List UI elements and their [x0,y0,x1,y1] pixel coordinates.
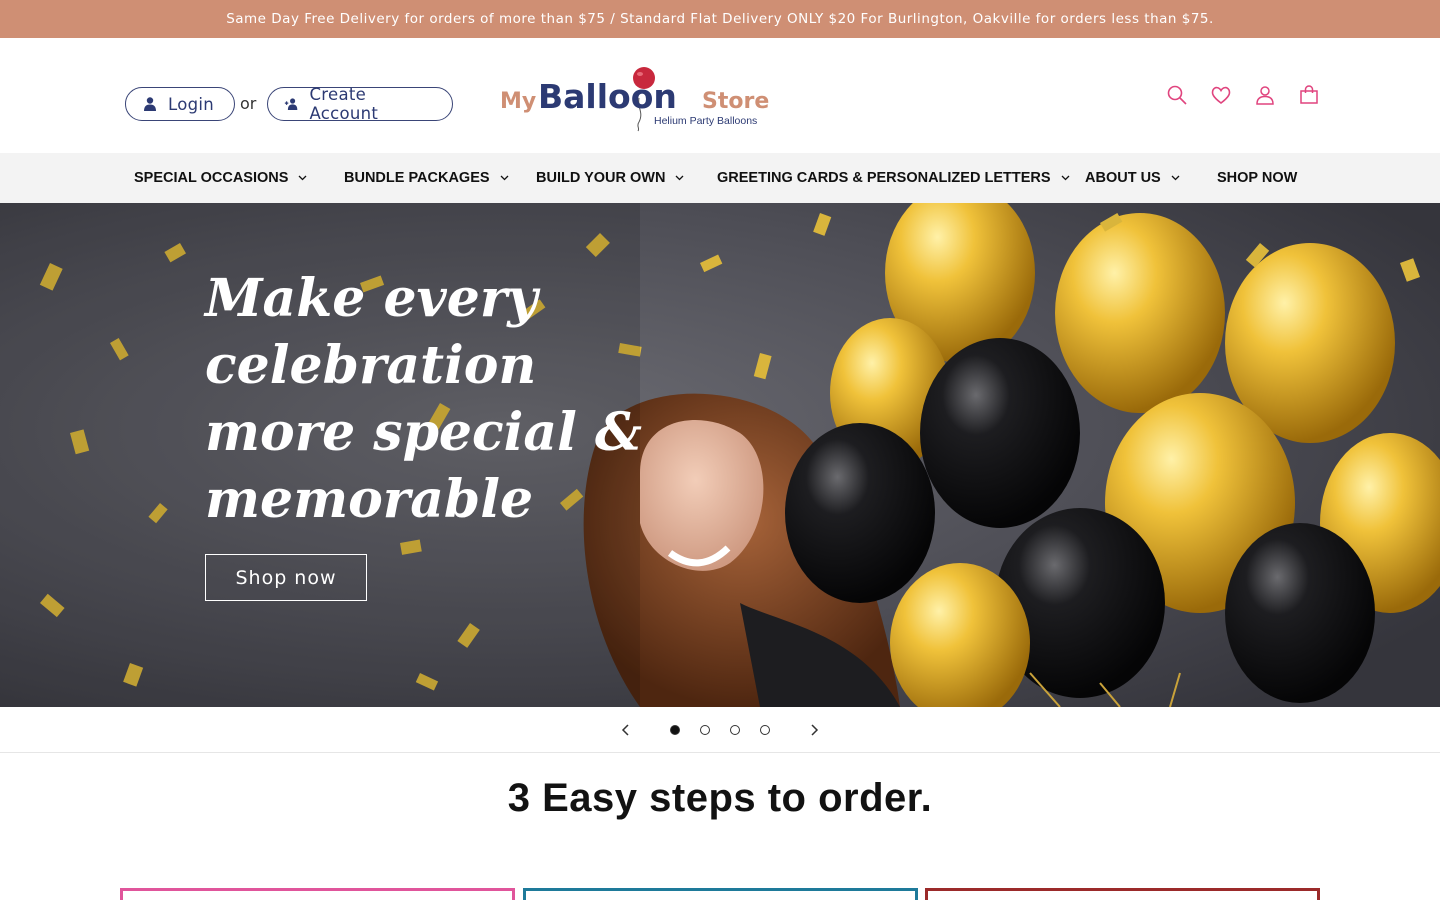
hero-banner: Make every celebration more special & me… [0,203,1440,707]
chevron-down-icon [298,175,307,181]
cart-icon[interactable] [1298,84,1320,106]
create-account-button[interactable]: Create Account [267,85,453,123]
slide-dot-4[interactable] [760,725,770,735]
logo-my: My [500,89,536,114]
steps-heading: 3 Easy steps to order. [507,776,933,820]
user-icon [144,97,156,111]
header-icons [1166,84,1320,106]
nav-greeting-cards[interactable]: GREETING CARDS & PERSONALIZED LETTERS [717,153,1070,203]
hero-title: Make every celebration more special & me… [205,268,642,530]
add-user-icon [284,98,298,111]
announcement-bar: Same Day Free Delivery for orders of mor… [0,0,1440,38]
nav-bundle-packages[interactable]: BUNDLE PACKAGES [344,153,509,203]
logo-balloon: Balloon [538,77,677,116]
store-logo[interactable]: My Balloon Store Helium Party Balloons [498,64,773,132]
chevron-left-icon[interactable] [618,722,634,738]
nav-label: BUILD YOUR OWN [536,170,666,186]
login-button[interactable]: Login [125,87,235,121]
nav-label: ABOUT US [1085,170,1161,186]
chevron-down-icon [500,175,509,181]
search-icon[interactable] [1166,84,1188,106]
nav-special-occasions[interactable]: SPECIAL OCCASIONS [134,153,307,203]
step-card-1 [120,888,515,900]
nav-label: BUNDLE PACKAGES [344,170,490,186]
chevron-down-icon [1061,175,1069,181]
or-separator: or [240,94,257,113]
step-card-2 [523,888,918,900]
shop-now-button[interactable]: Shop now [205,554,367,601]
nav-about-us[interactable]: ABOUT US [1085,153,1180,203]
nav-shop-now[interactable]: SHOP NOW [1217,153,1297,203]
announcement-text: Same Day Free Delivery for orders of mor… [226,11,1214,27]
slider-controls [0,707,1440,753]
nav-build-your-own[interactable]: BUILD YOUR OWN [536,153,684,203]
slide-dot-2[interactable] [700,725,710,735]
nav-label: SHOP NOW [1217,170,1298,186]
chevron-down-icon [675,175,684,181]
slide-dot-3[interactable] [730,725,740,735]
create-account-label: Create Account [309,85,379,123]
heart-icon[interactable] [1210,84,1232,106]
nav-label: SPECIAL OCCASIONS [134,170,289,186]
account-icon[interactable] [1254,84,1276,106]
chevron-down-icon [1171,175,1180,181]
logo-tagline: Helium Party Balloons [654,115,757,127]
main-nav: SPECIAL OCCASIONS BUNDLE PACKAGES BUILD … [0,153,1440,203]
site-header: Login or Create Account My Balloon Store… [0,38,1440,153]
nav-label: GREETING CARDS & PERSONALIZED LETTERS [717,170,1051,186]
logo-store: Store [702,89,769,114]
chevron-right-icon[interactable] [806,722,822,738]
step-card-3 [925,888,1320,900]
slide-dot-1[interactable] [670,725,680,735]
login-label: Login [168,94,215,114]
